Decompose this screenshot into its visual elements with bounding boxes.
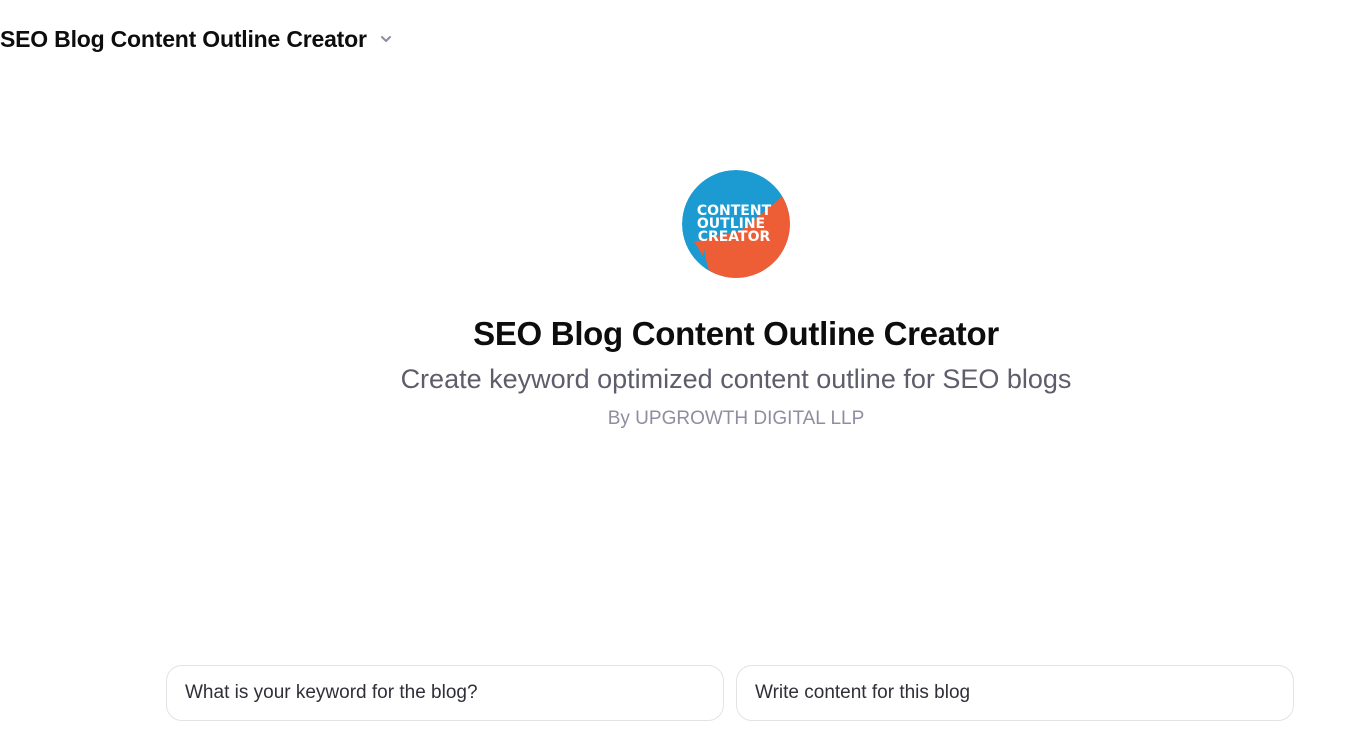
conversation-starter[interactable]: What is your keyword for the blog? bbox=[166, 665, 724, 721]
gpt-name: SEO Blog Content Outline Creator bbox=[473, 315, 999, 352]
gpt-description: Create keyword optimized content outline… bbox=[400, 364, 1072, 394]
logo-line-3: CREATOR bbox=[698, 229, 771, 245]
gpt-logo: CONTENT OUTLINE CREATOR bbox=[682, 170, 790, 278]
gpt-author: By UPGROWTH DIGITAL LLP bbox=[607, 408, 865, 429]
chevron-down-icon bbox=[379, 32, 393, 46]
header-title: SEO Blog Content Outline Creator bbox=[0, 25, 367, 52]
gpt-intro: CONTENT OUTLINE CREATOR SEO Blog Content… bbox=[386, 170, 1086, 430]
conversation-starter-label: Write content for this blog bbox=[755, 682, 971, 703]
conversation-starter-label: What is your keyword for the blog? bbox=[185, 682, 478, 703]
conversation-starter[interactable]: Write content for this blog bbox=[736, 665, 1294, 721]
gpt-title-dropdown[interactable]: SEO Blog Content Outline Creator bbox=[0, 22, 393, 56]
